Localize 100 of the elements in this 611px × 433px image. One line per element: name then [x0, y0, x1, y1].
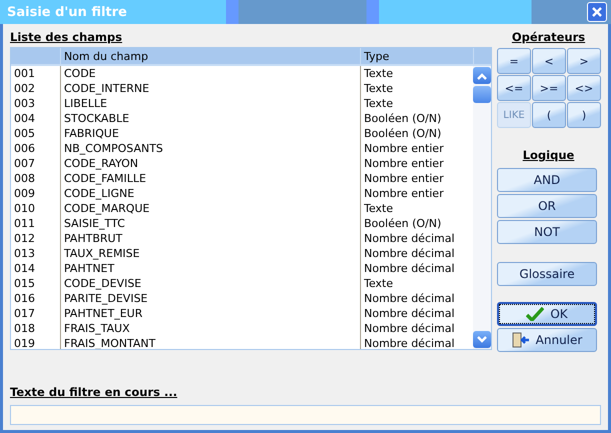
operator-button[interactable]: <>: [567, 75, 601, 101]
table-row[interactable]: 012 PAHTBRUT Nombre décimal: [11, 231, 473, 246]
table-cell-text: Nombre entier: [363, 171, 445, 186]
filter-text-field[interactable]: [10, 405, 601, 425]
section-heading: Opérateurs: [510, 30, 586, 45]
operator-button[interactable]: =: [497, 48, 531, 74]
table-row[interactable]: 016 PARITE_DEVISE Nombre décimal: [11, 291, 473, 306]
table-cell: 001: [11, 66, 61, 81]
logic-button[interactable]: OR: [497, 194, 597, 218]
table-cell: FABRIQUE: [61, 126, 361, 141]
table-cell-text: Nombre décimal: [363, 336, 456, 349]
table-row[interactable]: 007 CODE_RAYON Nombre entier: [11, 156, 473, 171]
table-cell: FRAIS_TAUX: [61, 321, 361, 336]
table-cell: 010: [11, 201, 61, 216]
table-cell-text: Booléen (O/N): [363, 111, 442, 126]
table-cell-text: Texte: [363, 96, 394, 111]
table-row[interactable]: 013 TAUX_REMISE Nombre décimal: [11, 246, 473, 261]
table-cell: 017: [11, 306, 61, 321]
table-cell: 018: [11, 321, 61, 336]
table-cell-text: Booléen (O/N): [363, 216, 442, 231]
operator-button[interactable]: <: [532, 48, 566, 74]
logic-button[interactable]: NOT: [497, 220, 597, 244]
scroll-up-button[interactable]: [473, 67, 491, 84]
table-cell-text: Nombre décimal: [363, 321, 456, 336]
table-cell: CODE_DEVISE: [61, 276, 361, 291]
table-cell-text: Nombre décimal: [363, 291, 456, 306]
glossary-button[interactable]: Glossaire: [497, 262, 597, 286]
close-icon: [591, 6, 603, 18]
table-cell: 003: [11, 96, 61, 111]
table-cell: STOCKABLE: [61, 111, 361, 126]
table-row[interactable]: 018 FRAIS_TAUX Nombre décimal: [11, 321, 473, 336]
table-row[interactable]: 011 SAISIE_TTC Booléen (O/N): [11, 216, 473, 231]
table-cell: CODE_FAMILLE: [61, 171, 361, 186]
table-cell: 006: [11, 141, 61, 156]
table-cell: NB_COMPOSANTS: [61, 141, 361, 156]
table-cell: TAUX_REMISE: [61, 246, 361, 261]
window-title: Saisie d'un filtre: [7, 4, 127, 20]
operator-button[interactable]: >: [567, 48, 601, 74]
table-cell-text: Nombre entier: [363, 186, 445, 201]
scroll-down-button[interactable]: [473, 331, 491, 348]
section-heading: Texte du filtre en cours ...: [10, 385, 178, 400]
table-cell-text: Texte: [363, 66, 394, 81]
table-cell: PAHTNET: [61, 261, 361, 276]
operator-button[interactable]: (: [532, 102, 566, 128]
table-cell: 002: [11, 81, 61, 96]
scroll-thumb[interactable]: [473, 86, 491, 103]
table-cell: CODE_INTERNE: [61, 81, 361, 96]
table-row[interactable]: 001 CODE Texte: [11, 66, 473, 81]
table-row[interactable]: 009 CODE_LIGNE Nombre entier: [11, 186, 473, 201]
table-cell: 019: [11, 336, 61, 349]
table-row[interactable]: 015 CODE_DEVISE Texte: [11, 276, 473, 291]
operator-button[interactable]: <=: [497, 75, 531, 101]
table-cell-text: Texte: [363, 276, 394, 291]
table-cell: 008: [11, 171, 61, 186]
operator-button[interactable]: >=: [532, 75, 566, 101]
checkmark-icon: [526, 307, 544, 321]
ok-button[interactable]: OK: [497, 302, 597, 326]
table-row[interactable]: 014 PAHTNET Nombre décimal: [11, 261, 473, 276]
table-cell: 016: [11, 291, 61, 306]
column-header[interactable]: Type: [361, 48, 474, 64]
table-cell: 005: [11, 126, 61, 141]
table-row[interactable]: 004 STOCKABLE Booléen (O/N): [11, 111, 473, 126]
door-exit-icon: [512, 332, 530, 348]
table-cell-text: Texte: [363, 81, 394, 96]
table-cell: PAHTNET_EUR: [61, 306, 361, 321]
table-cell: 015: [11, 276, 61, 291]
table-cell: LIBELLE: [61, 96, 361, 111]
table-cell: 004: [11, 111, 61, 126]
table-cell-text: Nombre décimal: [363, 261, 456, 276]
table-cell: 007: [11, 156, 61, 171]
table-cell-text: Nombre décimal: [363, 306, 456, 321]
table-cell: 014: [11, 261, 61, 276]
cancel-button[interactable]: Annuler: [497, 328, 597, 352]
table-cell: CODE_LIGNE: [61, 186, 361, 201]
table-cell: PAHTBRUT: [61, 231, 361, 246]
table-row[interactable]: 002 CODE_INTERNE Texte: [11, 81, 473, 96]
table-row[interactable]: 010 CODE_MARQUE Texte: [11, 201, 473, 216]
operator-button[interactable]: ): [567, 102, 601, 128]
chevron-down-icon: [476, 336, 488, 344]
logic-button[interactable]: AND: [497, 168, 597, 192]
table-cell-text: Texte: [363, 201, 394, 216]
section-heading: Logique: [522, 148, 576, 163]
table-row[interactable]: 017 PAHTNET_EUR Nombre décimal: [11, 306, 473, 321]
table-cell: CODE_RAYON: [61, 156, 361, 171]
section-heading: Liste des champs: [10, 30, 124, 45]
column-header[interactable]: Nom du champ: [61, 48, 361, 64]
table-row[interactable]: 008 CODE_FAMILLE Nombre entier: [11, 171, 473, 186]
table-cell: 009: [11, 186, 61, 201]
table-cell: 013: [11, 246, 61, 261]
table-cell-text: Nombre décimal: [363, 246, 456, 261]
table-cell: PARITE_DEVISE: [61, 291, 361, 306]
table-row[interactable]: 003 LIBELLE Texte: [11, 96, 473, 111]
table-cell-text: Nombre décimal: [363, 231, 456, 246]
close-button[interactable]: [587, 2, 607, 22]
table-row[interactable]: 005 FABRIQUE Booléen (O/N): [11, 126, 473, 141]
table-cell-text: Nombre entier: [363, 141, 445, 156]
table-cell-text: Nombre entier: [363, 156, 445, 171]
table-row[interactable]: 006 NB_COMPOSANTS Nombre entier: [11, 141, 473, 156]
chevron-up-icon: [476, 72, 488, 80]
table-cell: CODE: [61, 66, 361, 81]
